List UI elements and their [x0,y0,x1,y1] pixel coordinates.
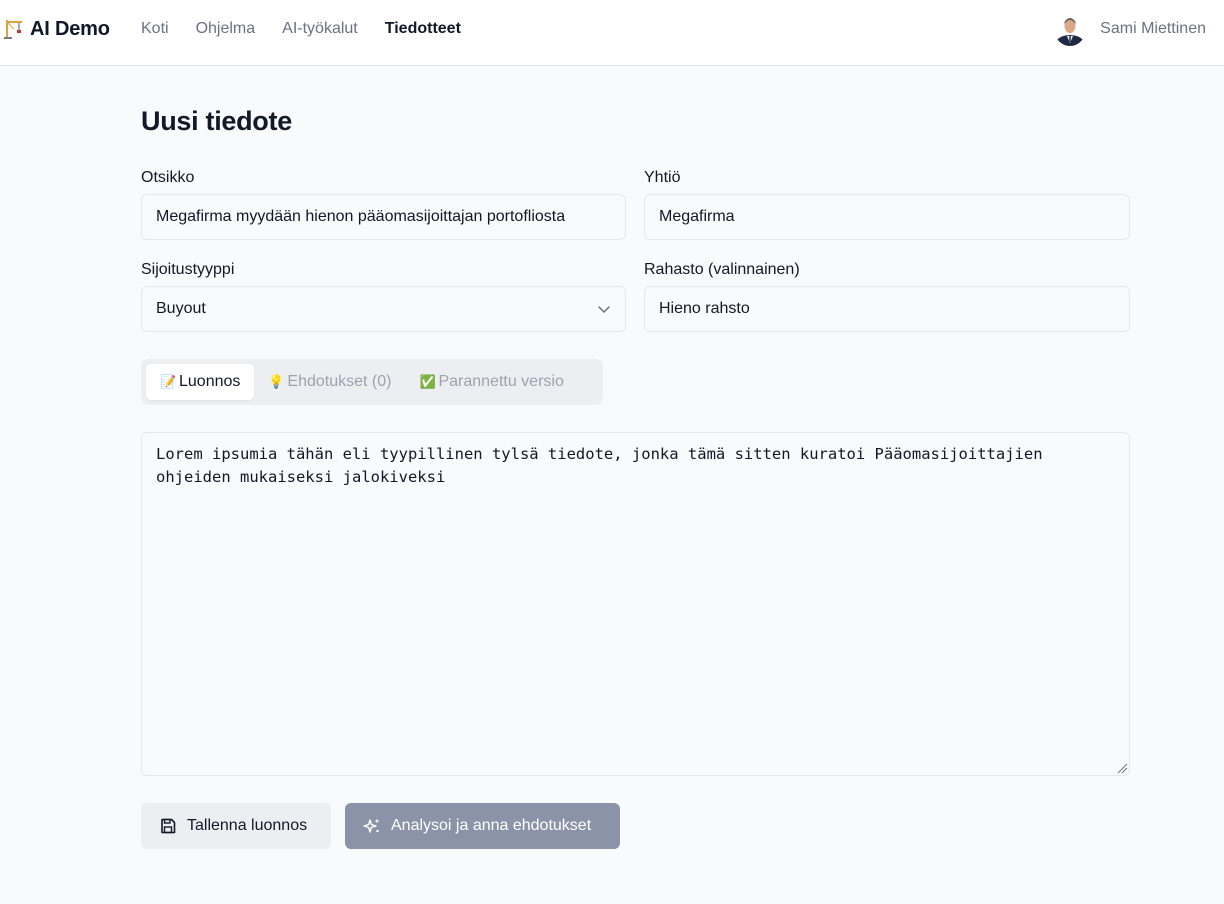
fund-label: Rahasto (valinnainen) [644,261,800,278]
resize-handle-icon[interactable] [1116,762,1128,774]
save-draft-button[interactable]: Tallenna luonnos [141,803,331,849]
headline-label: Otsikko [141,169,195,186]
tab-suggestions[interactable]: 💡 Ehdotukset (0) [254,364,405,400]
analyze-label: Analysoi ja anna ehdotukset [391,817,592,834]
top-navbar: AI Demo Koti Ohjelma AI-työkalut Tiedott… [0,0,1224,66]
lightbulb-icon: 💡 [268,374,285,389]
draft-textarea[interactable]: Lorem ipsumia tähän eli tyypillinen tyls… [141,432,1130,776]
editor-tabs: 📝 Luonnos 💡 Ehdotukset (0) ✅ Parannettu … [141,359,603,405]
analyze-button[interactable]: Analysoi ja anna ehdotukset [345,803,620,849]
investment-type-label: Sijoitustyyppi [141,261,235,278]
fund-input[interactable] [644,286,1130,332]
user-name: Sami Miettinen [1100,20,1206,37]
nav-link-koti[interactable]: Koti [141,19,169,39]
nav-link-tiedotteet[interactable]: Tiedotteet [385,19,461,39]
user-menu[interactable]: Sami Miettinen [1054,12,1206,46]
headline-input[interactable] [141,194,626,240]
tab-draft-label: Luonnos [179,373,241,390]
check-mark-icon: ✅ [419,374,436,389]
nav-link-ai-tools[interactable]: AI-työkalut [282,19,358,39]
floppy-disk-icon [161,818,176,834]
sparkles-icon [363,818,380,833]
tab-draft[interactable]: 📝 Luonnos [146,364,255,400]
tab-improved-version-label: Parannettu versio [438,373,564,390]
nav-link-ohjelma[interactable]: Ohjelma [196,19,256,39]
memo-icon: 📝 [160,374,177,389]
save-draft-label: Tallenna luonnos [187,817,308,834]
investment-type-select[interactable]: Buyout [141,286,626,332]
company-label: Yhtiö [644,169,681,186]
tab-improved-version[interactable]: ✅ Parannettu versio [405,364,577,400]
tab-suggestions-label: Ehdotukset (0) [287,373,392,390]
company-input[interactable] [644,194,1130,240]
main-nav: Koti Ohjelma AI-työkalut Tiedotteet [141,19,488,39]
page-title: Uusi tiedote [141,106,292,136]
brand-name: AI Demo [30,17,110,40]
avatar[interactable] [1054,12,1087,46]
crane-icon [4,20,22,39]
chevron-down-icon [598,306,610,313]
investment-type-value: Buyout [156,300,206,317]
brand[interactable]: AI Demo [4,16,110,42]
